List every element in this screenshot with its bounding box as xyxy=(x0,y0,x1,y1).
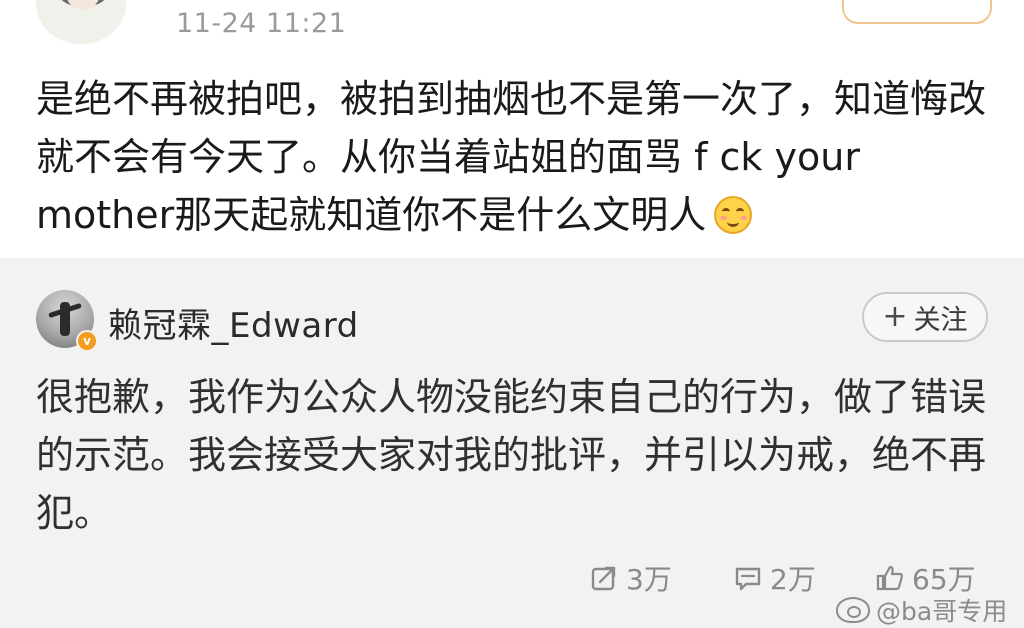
weibo-logo-icon xyxy=(836,597,870,623)
follow-button[interactable]: + 关注 xyxy=(862,292,988,342)
reply-header: v 赖冠霖_Edward + 关注 xyxy=(36,290,992,354)
comment-timestamp: 11-24 11:21 xyxy=(176,8,347,39)
commenter-avatar[interactable] xyxy=(36,0,126,44)
plus-icon: + xyxy=(882,299,908,334)
repost-button[interactable]: 3万 xyxy=(590,558,672,598)
watermark-text: @ba哥专用 xyxy=(876,597,1008,626)
comment-text-block: 是绝不再被拍吧，被拍到抽烟也不是第一次了，知道悔改就不会有今天了。从你当着站姐的… xyxy=(36,70,986,244)
comment-button[interactable]: 2万 xyxy=(734,558,816,598)
verified-badge-icon: v xyxy=(76,330,98,352)
like-icon xyxy=(876,564,904,592)
repost-count: 3万 xyxy=(626,563,672,596)
smile-emoji-icon xyxy=(714,196,753,234)
top-follow-button-partial[interactable] xyxy=(842,0,992,24)
reply-username[interactable]: 赖冠霖_Edward xyxy=(108,298,359,347)
follow-button-label: 关注 xyxy=(913,304,968,336)
original-comment-card: 11-24 11:21 是绝不再被拍吧，被拍到抽烟也不是第一次了，知道悔改就不会… xyxy=(0,0,1024,258)
repost-icon xyxy=(590,564,618,592)
comment-count: 2万 xyxy=(770,563,816,596)
comment-icon xyxy=(734,564,762,592)
comment-text: 是绝不再被拍吧，被拍到抽烟也不是第一次了，知道悔改就不会有今天了。从你当着站姐的… xyxy=(36,77,987,237)
watermark: @ba哥专用 xyxy=(836,592,1007,628)
reply-text: 很抱歉，我作为公众人物没能约束自己的行为，做了错误的示范。我会接受大家对我的批评… xyxy=(36,375,987,535)
